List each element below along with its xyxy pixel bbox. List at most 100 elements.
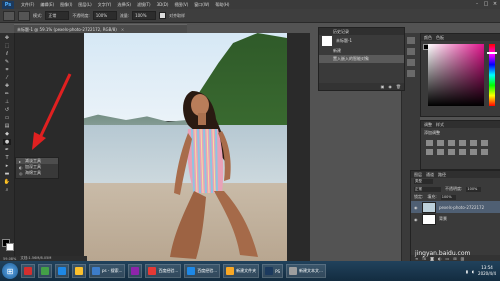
tool-preset-picker[interactable] xyxy=(3,10,15,21)
type-tool-icon[interactable]: T xyxy=(3,155,11,161)
dodge-tool-icon[interactable]: ● xyxy=(3,139,11,145)
taskbar-item-search[interactable]: ps - 搜索... xyxy=(89,264,126,278)
brush-panel-icon[interactable] xyxy=(407,59,415,66)
snapshot-icon[interactable]: ◉ xyxy=(388,84,392,89)
pen-tool-icon[interactable]: ✒ xyxy=(3,147,11,153)
taskbar-item[interactable] xyxy=(128,264,143,278)
color-balance-icon[interactable] xyxy=(426,149,433,155)
taskbar-item[interactable] xyxy=(72,264,86,278)
color-lookup-icon[interactable] xyxy=(470,149,477,155)
taskbar-item-ps[interactable]: PS xyxy=(262,264,284,278)
hand-tool-icon[interactable]: ✋ xyxy=(3,179,11,185)
fill-field[interactable]: 100% xyxy=(440,194,456,200)
history-step-place[interactable]: 置入嵌入的智能对象 xyxy=(319,55,404,63)
curves-icon[interactable] xyxy=(448,140,455,146)
crop-tool-icon[interactable]: ⌗ xyxy=(3,67,11,73)
healing-tool-icon[interactable]: ✚ xyxy=(3,83,11,89)
marquee-tool-icon[interactable]: ⬚ xyxy=(3,43,11,49)
taskbar-item[interactable] xyxy=(38,264,52,278)
align-checkbox[interactable] xyxy=(159,12,167,19)
blend-mode-select[interactable]: 正常 xyxy=(414,186,441,192)
color-swatches[interactable] xyxy=(2,239,14,251)
shape-tool-icon[interactable]: ▬ xyxy=(3,171,11,177)
flyout-item-sponge[interactable]: ◎ 海绵工具 xyxy=(16,170,58,176)
lasso-tool-icon[interactable]: ℓ xyxy=(3,51,11,57)
vibrance-icon[interactable] xyxy=(470,140,477,146)
quick-select-tool-icon[interactable]: ✎ xyxy=(3,59,11,65)
history-brush-tool-icon[interactable]: ↺ xyxy=(3,107,11,113)
channel-mixer-icon[interactable] xyxy=(459,149,466,155)
tab-styles[interactable]: 样式 xyxy=(436,122,444,128)
opacity-field[interactable]: 100% xyxy=(92,11,117,20)
clone-stamp-tool-icon[interactable]: ⊥ xyxy=(3,99,11,105)
taskbar-item-baidu-2[interactable]: 百度经验... xyxy=(184,264,221,278)
document-canvas[interactable] xyxy=(84,33,287,261)
tab-color[interactable]: 颜色 xyxy=(424,35,432,41)
move-tool-icon[interactable]: ✥ xyxy=(3,35,11,41)
black-white-icon[interactable] xyxy=(437,149,444,155)
tab-adjustments[interactable]: 调整 xyxy=(424,122,432,128)
brush-preset-picker[interactable] xyxy=(18,10,30,21)
zoom-tool-icon[interactable]: ⌕ xyxy=(3,187,11,193)
eraser-tool-icon[interactable]: ▭ xyxy=(3,115,11,121)
menu-select[interactable]: 选择(S) xyxy=(114,2,134,8)
taskbar-item-notepad[interactable]: 新建文本文... xyxy=(286,264,326,278)
maximize-button[interactable]: □ xyxy=(483,1,489,7)
layer-filter-select[interactable]: 类型 xyxy=(414,179,433,184)
menu-3d[interactable]: 3D(D) xyxy=(154,2,172,7)
exposure-icon[interactable] xyxy=(459,140,466,146)
taskbar-item-folder[interactable]: 新建文件夹 xyxy=(223,264,260,278)
menu-file[interactable]: 文件(F) xyxy=(18,2,37,8)
layer-row-photo[interactable]: ◉ pexels-photo-2722172 xyxy=(411,201,500,213)
invert-icon[interactable] xyxy=(481,149,488,155)
menu-help[interactable]: 帮助(H) xyxy=(212,2,232,8)
eye-icon[interactable]: ◉ xyxy=(414,217,419,222)
trash-icon[interactable]: 🗑 xyxy=(396,84,401,89)
eye-icon[interactable]: ◉ xyxy=(414,205,419,210)
network-icon[interactable]: ▮ xyxy=(466,269,468,274)
start-button[interactable]: ⊞ xyxy=(2,263,18,279)
history-step-new[interactable]: 新建 xyxy=(319,47,404,55)
close-tab-icon[interactable]: × xyxy=(121,27,124,32)
new-document-icon[interactable]: ▣ xyxy=(381,84,385,89)
levels-icon[interactable] xyxy=(437,140,444,146)
taskbar-item[interactable] xyxy=(21,264,35,278)
menu-edit[interactable]: 编辑(E) xyxy=(37,2,57,8)
brightness-icon[interactable] xyxy=(426,140,433,146)
properties-panel-icon[interactable] xyxy=(407,48,415,55)
flow-field[interactable]: 100% xyxy=(132,11,157,20)
tab-layers[interactable]: 图层 xyxy=(414,172,422,178)
blur-tool-icon[interactable]: ◆ xyxy=(3,131,11,137)
menu-image[interactable]: 图像(I) xyxy=(57,2,75,8)
taskbar-item[interactable] xyxy=(55,264,69,278)
taskbar-item-baidu-1[interactable]: 百度经验... xyxy=(145,264,182,278)
path-select-tool-icon[interactable]: ▸ xyxy=(3,163,11,169)
zoom-level[interactable]: 59.08% xyxy=(3,257,16,261)
menu-window[interactable]: 窗口(W) xyxy=(191,2,212,8)
photo-filter-icon[interactable] xyxy=(448,149,455,155)
menu-view[interactable]: 视图(V) xyxy=(171,2,191,8)
layer-row-background[interactable]: ◉ 背景 xyxy=(411,213,500,225)
background-color-swatch[interactable] xyxy=(6,243,14,251)
history-snapshot[interactable]: 未标题-1 xyxy=(319,35,404,47)
menu-type[interactable]: 文字(Y) xyxy=(95,2,115,8)
clock[interactable]: 13:54 2020/4/4 xyxy=(478,265,496,277)
menu-layer[interactable]: 图层(L) xyxy=(75,2,94,8)
mode-select[interactable]: 正常 xyxy=(45,11,70,20)
brush-tool-icon[interactable]: ✏ xyxy=(3,91,11,97)
volume-icon[interactable]: ◖ xyxy=(472,269,474,274)
character-panel-icon[interactable] xyxy=(407,70,415,77)
eyedropper-tool-icon[interactable]: ⁄ xyxy=(3,75,11,81)
layer-opacity-field[interactable]: 100% xyxy=(466,186,482,192)
tab-swatches[interactable]: 色板 xyxy=(436,35,444,41)
history-panel-icon[interactable] xyxy=(407,37,415,44)
tab-paths[interactable]: 路径 xyxy=(438,172,446,178)
hue-sat-icon[interactable] xyxy=(481,140,488,146)
gradient-tool-icon[interactable]: ▤ xyxy=(3,123,11,129)
tab-channels[interactable]: 通道 xyxy=(426,172,434,178)
hue-slider-handle[interactable] xyxy=(487,52,497,54)
menu-filter[interactable]: 滤镜(T) xyxy=(134,2,154,8)
minimize-button[interactable]: - xyxy=(474,1,480,7)
color-field[interactable] xyxy=(428,44,484,106)
close-button[interactable]: × xyxy=(492,1,498,7)
